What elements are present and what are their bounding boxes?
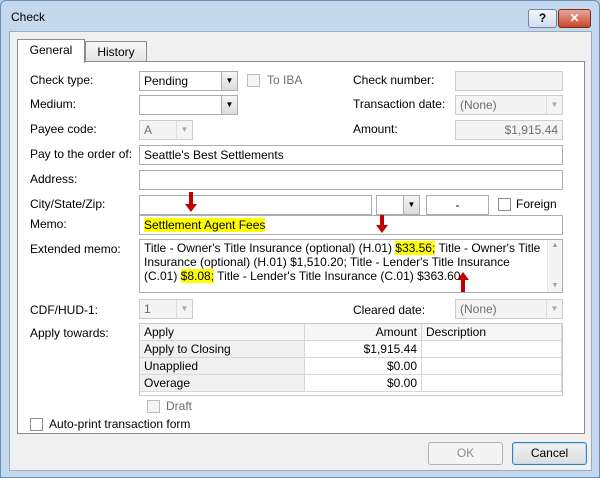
cdf-hud-value: 1 (144, 302, 151, 316)
apply-towards-grid: Apply Amount Description Apply to Closin… (139, 323, 563, 396)
payee-code-value: A (144, 123, 153, 137)
transaction-date-value: (None) (460, 98, 497, 112)
apply-towards-label: Apply towards: (30, 326, 109, 340)
memo-value-highlight: Settlement Agent Fees (144, 218, 266, 232)
extended-memo-text-3: Title - Lender's Title Insurance (C.01) … (214, 269, 461, 283)
grid-header-row: Apply Amount Description (140, 324, 562, 341)
draft-checkbox[interactable] (147, 400, 160, 413)
extended-memo-label: Extended memo: (30, 242, 121, 256)
chevron-down-icon[interactable]: ▼ (403, 196, 419, 214)
chevron-down-icon[interactable]: ▼ (546, 96, 562, 114)
to-iba-label: To IBA (267, 73, 303, 87)
title-bar[interactable]: Check ? ✕ (1, 1, 599, 31)
chevron-down-icon[interactable]: ▼ (221, 72, 237, 90)
extended-memo-scrollbar[interactable]: ▲ ▼ (547, 240, 562, 292)
city-state-zip-label: City/State/Zip: (30, 197, 106, 211)
row-apply-cell: Unapplied (140, 358, 305, 375)
extended-memo-textarea[interactable]: Title - Owner's Title Insurance (optiona… (139, 239, 563, 293)
zip-field[interactable]: - (426, 195, 489, 215)
row-amount-cell[interactable]: $0.00 (305, 375, 422, 392)
cancel-button[interactable]: Cancel (512, 442, 587, 465)
payee-code-label: Payee code: (30, 122, 97, 136)
memo-field[interactable]: Settlement Agent Fees (139, 215, 563, 235)
medium-select[interactable]: ▼ (139, 95, 238, 115)
address-field[interactable] (139, 170, 563, 190)
check-dialog: Check ? ✕ General History Check type: Pe… (0, 0, 600, 478)
row-amount-cell[interactable]: $0.00 (305, 358, 422, 375)
check-type-label: Check type: (30, 73, 94, 87)
row-apply-cell: Overage (140, 375, 305, 392)
row-apply-cell: Apply to Closing (140, 341, 305, 358)
cdf-hud-label: CDF/HUD-1: (30, 303, 98, 317)
amount-label: Amount: (353, 122, 398, 136)
cleared-date-value: (None) (460, 302, 497, 316)
extended-memo-text-1: Title - Owner's Title Insurance (optiona… (144, 241, 396, 255)
scroll-up-icon[interactable]: ▲ (548, 240, 562, 252)
pay-to-label: Pay to the order of: (30, 147, 133, 161)
check-type-value: Pending (144, 74, 189, 88)
general-tab-panel: Check type: Pending ▼ To IBA Check numbe… (17, 61, 585, 434)
state-select[interactable]: ▼ (376, 195, 420, 215)
chevron-down-icon[interactable]: ▼ (546, 300, 562, 318)
cleared-date-select[interactable]: (None) ▼ (455, 299, 563, 319)
window-title: Check (11, 10, 46, 24)
cdf-hud-select[interactable]: 1 ▼ (139, 299, 193, 319)
grid-header-description[interactable]: Description (422, 324, 562, 341)
table-row[interactable]: Overage $0.00 (140, 375, 562, 392)
row-description-cell[interactable] (422, 375, 562, 392)
scroll-down-icon[interactable]: ▼ (548, 280, 562, 292)
medium-label: Medium: (30, 97, 77, 111)
transaction-date-label: Transaction date: (353, 97, 446, 111)
memo-label: Memo: (30, 217, 67, 231)
row-amount-cell[interactable]: $1,915.44 (305, 341, 422, 358)
address-label: Address: (30, 172, 78, 186)
extended-memo-highlight-1: $33.56; (395, 241, 436, 255)
chevron-down-icon[interactable]: ▼ (176, 121, 192, 139)
payee-code-select[interactable]: A ▼ (139, 120, 193, 140)
foreign-checkbox[interactable] (498, 198, 511, 211)
check-type-select[interactable]: Pending ▼ (139, 71, 238, 91)
check-number-label: Check number: (353, 73, 435, 87)
help-button[interactable]: ? (528, 9, 557, 28)
table-row[interactable]: Unapplied $0.00 (140, 358, 562, 375)
auto-print-label: Auto-print transaction form (49, 417, 191, 431)
row-description-cell[interactable] (422, 341, 562, 358)
check-number-field[interactable] (455, 71, 563, 91)
cleared-date-label: Cleared date: (353, 303, 426, 317)
pay-to-field[interactable]: Seattle's Best Settlements (139, 145, 563, 165)
close-button[interactable]: ✕ (558, 9, 591, 28)
chevron-down-icon[interactable]: ▼ (221, 96, 237, 114)
auto-print-checkbox[interactable] (30, 418, 43, 431)
transaction-date-select[interactable]: (None) ▼ (455, 95, 563, 115)
tab-history[interactable]: History (85, 41, 147, 63)
foreign-label: Foreign (516, 197, 557, 211)
chevron-down-icon[interactable]: ▼ (176, 300, 192, 318)
row-description-cell[interactable] (422, 358, 562, 375)
table-row[interactable]: Apply to Closing $1,915.44 (140, 341, 562, 358)
tab-general[interactable]: General (17, 39, 85, 63)
dialog-body: General History Check type: Pending ▼ To… (9, 31, 592, 471)
amount-field[interactable]: $1,915.44 (455, 120, 563, 140)
city-field[interactable] (139, 195, 372, 215)
extended-memo-highlight-2: $8.08; (180, 269, 215, 283)
ok-button[interactable]: OK (428, 442, 503, 465)
draft-label: Draft (166, 399, 193, 413)
grid-header-amount[interactable]: Amount (305, 324, 422, 341)
grid-header-apply[interactable]: Apply (140, 324, 305, 341)
to-iba-checkbox[interactable] (247, 74, 260, 87)
